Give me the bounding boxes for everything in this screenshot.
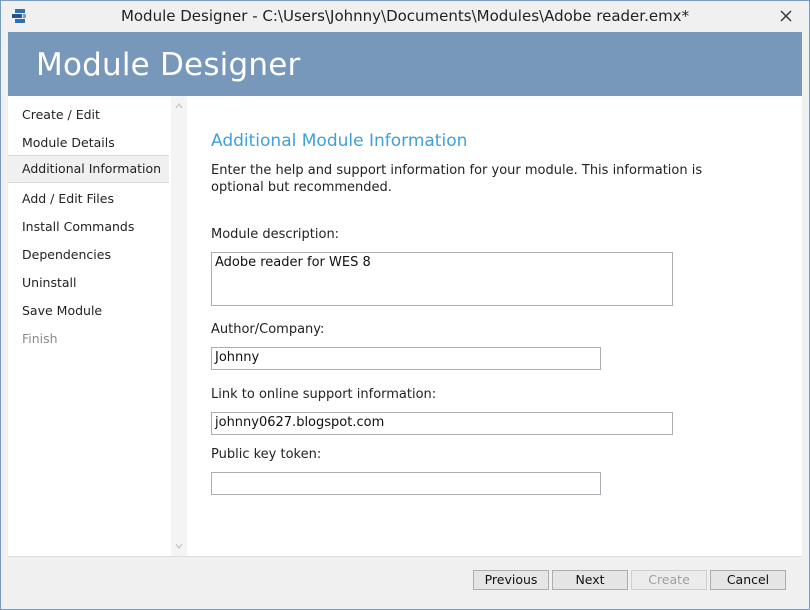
cancel-button[interactable]: Cancel [710,570,786,590]
wizard-step-nav: Create / Edit Module Details Additional … [8,96,187,556]
sidebar-scrollbar[interactable] [171,96,187,556]
header-banner: Module Designer [8,32,802,96]
module-designer-window: Module Designer - C:\Users\Johnny\Docume… [0,0,810,610]
author-company-label: Author/Company: [211,322,325,337]
title-bar: Module Designer - C:\Users\Johnny\Docume… [1,1,809,32]
window-title: Module Designer - C:\Users\Johnny\Docume… [120,7,690,25]
module-description-label: Module description: [211,227,340,242]
nav-item-save-module[interactable]: Save Module [8,297,169,325]
support-link-field[interactable]: johnny0627.blogspot.com [211,412,673,435]
wizard-footer: Previous Next Create Cancel [8,556,802,603]
create-button: Create [631,570,707,590]
next-button[interactable]: Next [552,570,628,590]
support-link-label: Link to online support information: [211,387,437,402]
content-area: Create / Edit Module Details Additional … [8,96,802,556]
main-panel: Additional Module Information Enter the … [187,96,802,556]
author-company-field[interactable]: Johnny [211,347,601,370]
scroll-up-icon[interactable] [171,98,187,114]
close-icon[interactable] [773,6,799,26]
section-title: Additional Module Information [211,131,468,151]
public-key-token-label: Public key token: [211,447,322,462]
nav-item-add-edit-files[interactable]: Add / Edit Files [8,185,169,213]
nav-item-install-commands[interactable]: Install Commands [8,213,169,241]
previous-button[interactable]: Previous [473,570,549,590]
nav-item-additional-information[interactable]: Additional Information [8,155,169,183]
public-key-token-field[interactable] [211,472,601,495]
banner-title: Module Designer [36,47,301,83]
nav-item-module-details[interactable]: Module Details [8,129,169,157]
nav-item-uninstall[interactable]: Uninstall [8,269,169,297]
module-description-field[interactable]: Adobe reader for WES 8 [211,252,673,306]
intro-text: Enter the help and support information f… [211,163,703,195]
nav-item-finish: Finish [22,331,58,346]
scroll-down-icon[interactable] [171,538,187,554]
nav-item-dependencies[interactable]: Dependencies [8,241,169,269]
nav-item-create-edit[interactable]: Create / Edit [8,101,169,129]
